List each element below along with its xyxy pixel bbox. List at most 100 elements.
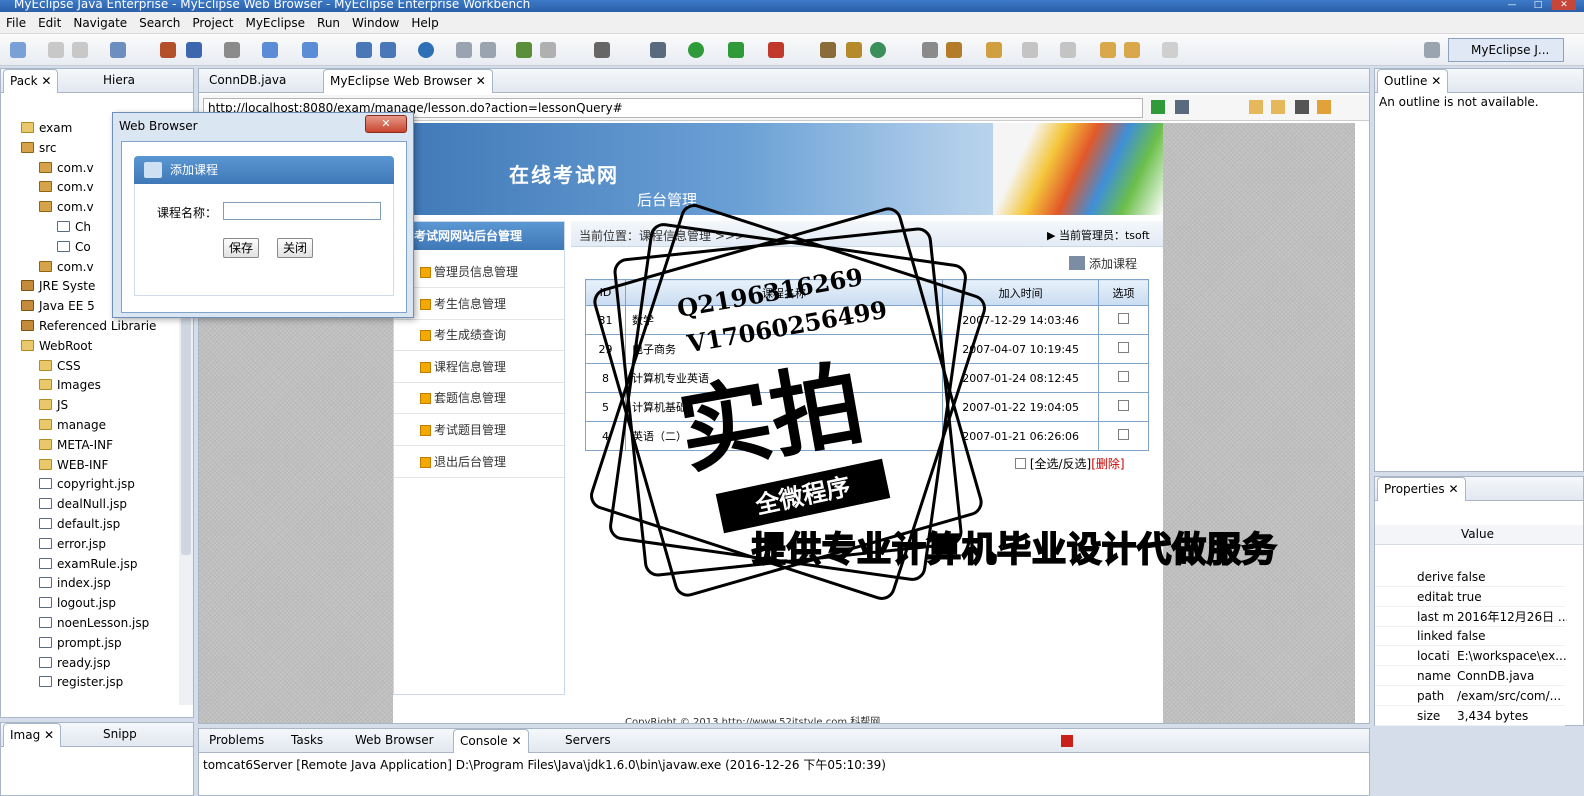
wizard-icon[interactable] [262, 42, 278, 58]
menu-edit[interactable]: Edit [32, 12, 67, 34]
tab-web-browser-view[interactable]: Web Browser [349, 729, 440, 753]
back-icon[interactable] [1124, 42, 1140, 58]
tree-item[interactable]: prompt.jsp [39, 634, 122, 652]
globe-icon[interactable] [418, 42, 434, 58]
next-annotation-icon[interactable] [1022, 42, 1038, 58]
lesson-name-input[interactable] [223, 202, 381, 220]
menu-navigate[interactable]: Navigate [67, 12, 133, 34]
tab-console[interactable]: Console ✕ [453, 729, 529, 753]
property-row[interactable]: editab true [1375, 587, 1565, 607]
go-icon[interactable] [1151, 100, 1165, 114]
browser-forward-icon[interactable] [1271, 100, 1285, 114]
menu-file[interactable]: File [0, 12, 32, 34]
debug-config-icon[interactable] [356, 42, 372, 58]
tree-item[interactable]: ready.jsp [39, 654, 110, 672]
last-edit-icon[interactable] [1100, 42, 1116, 58]
tree-item[interactable]: com.v [39, 258, 94, 276]
maximize-button[interactable]: □ [1526, 0, 1550, 10]
terminate-icon[interactable] [1061, 735, 1073, 747]
new-project-icon[interactable] [110, 42, 126, 58]
tree-item[interactable]: copyright.jsp [39, 475, 135, 493]
property-row[interactable]: path/exam/src/com/... [1375, 686, 1565, 706]
select-all-link[interactable]: [全选/反选] [1030, 457, 1091, 471]
open-resource-icon[interactable] [540, 42, 556, 58]
tab-image[interactable]: Imag ✕ [3, 723, 62, 747]
open-type-icon[interactable] [516, 42, 532, 58]
row-checkbox[interactable] [1118, 371, 1130, 382]
server-icon[interactable] [186, 42, 202, 58]
tree-item[interactable]: com.v [39, 198, 94, 216]
perspective-switcher[interactable]: MyEclipse J... [1448, 38, 1564, 62]
link-icon[interactable] [922, 42, 938, 58]
tree-item[interactable]: manage [39, 416, 106, 434]
tree-item[interactable]: default.jsp [39, 515, 120, 533]
tree-item[interactable]: com.v [39, 178, 94, 196]
popup-close-button[interactable]: ✕ [365, 115, 407, 133]
new-icon[interactable] [10, 42, 26, 58]
tab-snippets[interactable]: Snipp [97, 723, 143, 747]
new-class-icon[interactable] [846, 42, 862, 58]
menu-search[interactable]: Search [133, 12, 186, 34]
tree-item[interactable]: Images [39, 376, 101, 394]
property-row[interactable]: size 3,434 bytes [1375, 706, 1565, 726]
tree-item[interactable]: WebRoot [21, 337, 92, 355]
tree-item[interactable]: Ch [57, 218, 91, 236]
nav-item[interactable]: 课程信息管理 [394, 351, 564, 383]
browser-icon[interactable] [224, 42, 240, 58]
tree-item[interactable]: Java EE 5 [21, 297, 95, 315]
property-row[interactable]: last m 2016年12月26日 ... [1375, 607, 1567, 627]
new-package-icon[interactable] [820, 42, 836, 58]
row-checkbox[interactable] [1118, 342, 1130, 353]
tree-item[interactable]: JRE Syste [21, 277, 95, 295]
pencil-icon[interactable] [946, 42, 962, 58]
external-run-icon[interactable] [768, 42, 784, 58]
browser-refresh-icon[interactable] [1317, 100, 1331, 114]
tab-outline[interactable]: Outline ✕ [1377, 69, 1449, 93]
external-tools-icon[interactable] [380, 42, 396, 58]
tree-item[interactable]: register.jsp [39, 673, 123, 691]
row-checkbox[interactable] [1118, 429, 1130, 440]
forward-icon[interactable] [1162, 42, 1178, 58]
tree-item[interactable]: Co [57, 238, 91, 256]
tab-web-browser[interactable]: MyEclipse Web Browser ✕ [323, 69, 493, 93]
nav-item[interactable]: 套题信息管理 [394, 382, 564, 415]
row-checkbox[interactable] [1118, 400, 1130, 411]
property-row[interactable]: linked false [1375, 626, 1565, 647]
refresh-icon[interactable] [870, 42, 886, 58]
tree-item[interactable]: JS [39, 396, 68, 414]
camera-icon[interactable] [594, 42, 610, 58]
minimize-button[interactable]: — [1500, 0, 1524, 10]
tab-hierarchy[interactable]: Hiera [97, 69, 141, 93]
tree-item[interactable]: noenLesson.jsp [39, 614, 149, 632]
menu-myeclipse[interactable]: MyEclipse [239, 12, 311, 34]
nav-item[interactable]: 管理员信息管理 [394, 256, 564, 288]
nav-item[interactable]: 考生信息管理 [394, 288, 564, 320]
search-icon[interactable] [302, 42, 318, 58]
nav-item[interactable]: 考生成绩查询 [394, 319, 564, 352]
menu-run[interactable]: Run [311, 12, 346, 34]
tree-item[interactable]: dealNull.jsp [39, 495, 127, 513]
run-icon[interactable] [688, 42, 704, 58]
tab-servers[interactable]: Servers [559, 729, 617, 753]
task-icon[interactable] [986, 42, 1002, 58]
nav-item[interactable]: 退出后台管理 [394, 446, 564, 478]
property-row[interactable]: locati E:\workspace\ex... [1375, 646, 1567, 667]
copy-icon[interactable] [480, 42, 496, 58]
prev-annotation-icon[interactable] [1060, 42, 1076, 58]
debug-browser-icon[interactable] [1175, 100, 1189, 114]
property-row[interactable]: name ConnDB.java [1375, 666, 1565, 686]
print-icon[interactable] [72, 42, 88, 58]
delete-link[interactable]: [删除] [1091, 457, 1124, 471]
browser-back-icon[interactable] [1249, 100, 1263, 114]
browser-stop-icon[interactable] [1295, 100, 1309, 114]
coverage-icon[interactable] [728, 42, 744, 58]
tab-tasks[interactable]: Tasks [285, 729, 329, 753]
cut-icon[interactable] [456, 42, 472, 58]
tree-item[interactable]: error.jsp [39, 535, 106, 553]
tab-properties[interactable]: Properties ✕ [1377, 477, 1466, 501]
close-button[interactable]: 关闭 [277, 238, 313, 258]
tree-item[interactable]: META-INF [39, 436, 113, 454]
close-window-button[interactable]: ✕ [1552, 0, 1576, 10]
tab-conndb-java[interactable]: ConnDB.java [203, 69, 292, 93]
debug-icon[interactable] [650, 42, 666, 58]
